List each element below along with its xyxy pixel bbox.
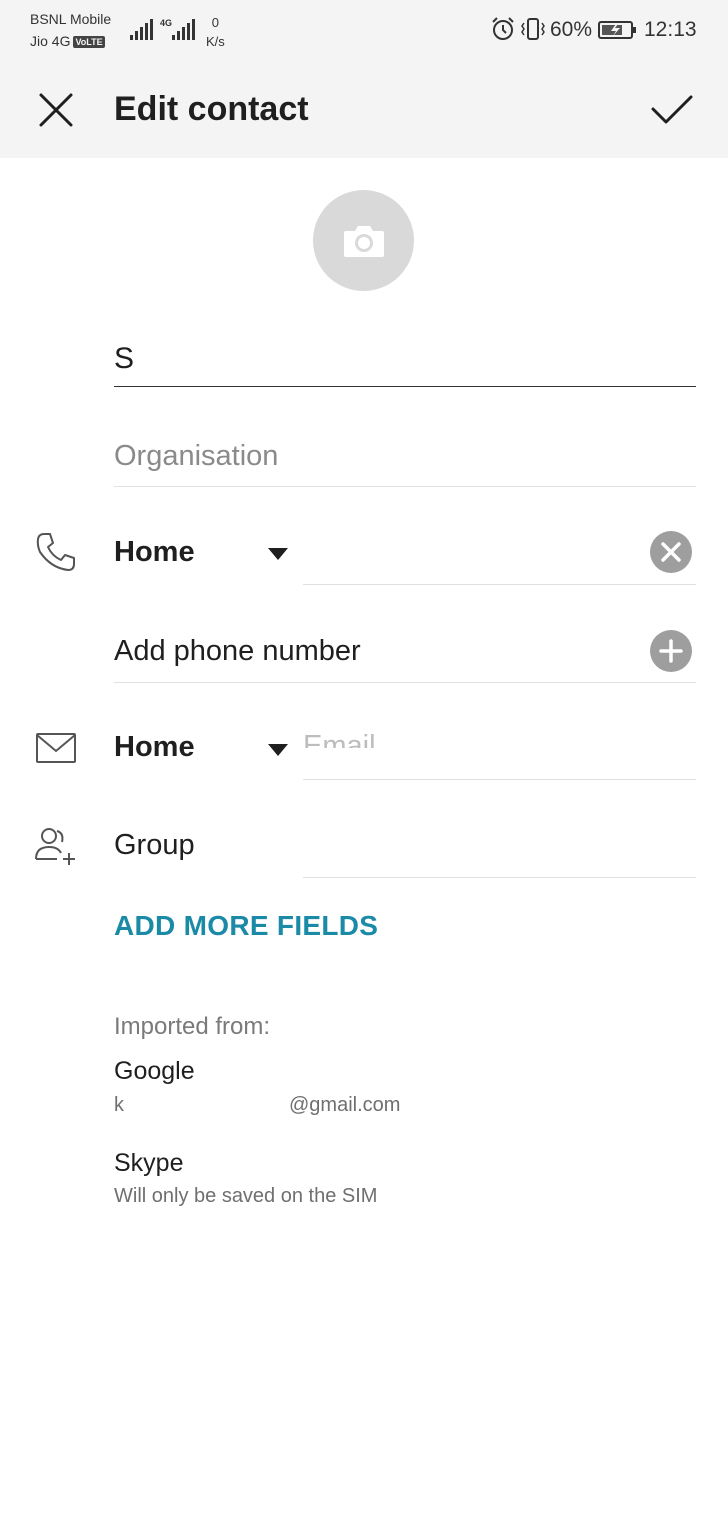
email-input[interactable]: Email — [303, 722, 696, 780]
account-skype-name: Skype — [114, 1149, 184, 1177]
vibrate-icon — [521, 18, 545, 40]
save-button[interactable] — [642, 80, 702, 140]
account-google-name: Google — [114, 1057, 195, 1085]
speed-unit: K/s — [206, 34, 225, 49]
page-title: Edit contact — [114, 90, 309, 128]
imported-from-heading: Imported from: — [114, 1013, 271, 1040]
add-more-fields-button[interactable]: ADD MORE FIELDS — [114, 910, 378, 942]
signal-icon — [130, 19, 153, 40]
app-bar: Edit contact — [0, 62, 728, 158]
status-bar: BSNL Mobile Jio 4G VoLTE 4G 0 K/s 60% 12… — [0, 0, 728, 62]
account-skype-detail: Will only be saved on the SIM — [114, 1185, 378, 1207]
alarm-icon — [492, 17, 514, 40]
close-icon — [39, 93, 73, 127]
organisation-input[interactable]: Organisation — [114, 434, 696, 487]
clear-phone-button[interactable] — [650, 531, 692, 573]
group-row-icon — [32, 821, 80, 869]
contact-photo-button[interactable] — [313, 190, 414, 291]
add-phone-label: Add phone number — [114, 635, 361, 667]
network-type-label: 4G — [160, 18, 173, 28]
phone-type-dropdown-icon[interactable] — [266, 546, 290, 562]
clock: 12:13 — [644, 18, 697, 41]
network-speed: 0 K/s — [206, 13, 225, 51]
add-person-icon — [35, 828, 75, 865]
mail-icon — [36, 733, 76, 763]
battery-charging-icon — [598, 21, 636, 39]
group-selector[interactable] — [303, 820, 696, 878]
plus-icon — [659, 639, 683, 663]
email-type-label[interactable]: Home — [114, 731, 195, 764]
phone-type-label[interactable]: Home — [114, 536, 195, 569]
add-phone-number-row[interactable]: Add phone number — [114, 625, 696, 683]
email-placeholder: Email — [303, 732, 376, 748]
email-type-dropdown-icon[interactable] — [266, 742, 290, 758]
google-email-start: k — [114, 1094, 124, 1116]
carrier-1-label: BSNL Mobile — [30, 11, 112, 27]
speed-value: 0 — [211, 15, 220, 30]
phone-icon — [36, 533, 75, 571]
close-icon — [661, 542, 681, 562]
camera-icon — [343, 225, 384, 257]
check-icon — [651, 95, 693, 124]
group-label[interactable]: Group — [114, 829, 195, 862]
carrier-2-label: Jio 4G VoLTE — [30, 33, 105, 49]
phone-row-icon — [32, 528, 80, 576]
phone-number-input[interactable] — [303, 527, 696, 585]
close-button[interactable] — [26, 80, 86, 140]
name-input[interactable]: S — [114, 336, 696, 387]
carrier-2-name: Jio 4G — [30, 33, 71, 49]
account-google-email: k @gmail.com — [114, 1094, 400, 1117]
volte-badge: VoLTE — [73, 36, 105, 48]
add-phone-button[interactable] — [650, 630, 692, 672]
email-row-icon — [32, 724, 80, 772]
google-email-domain: @gmail.com — [289, 1094, 401, 1116]
signal-icon — [172, 19, 195, 40]
battery-percent: 60% — [550, 18, 593, 41]
